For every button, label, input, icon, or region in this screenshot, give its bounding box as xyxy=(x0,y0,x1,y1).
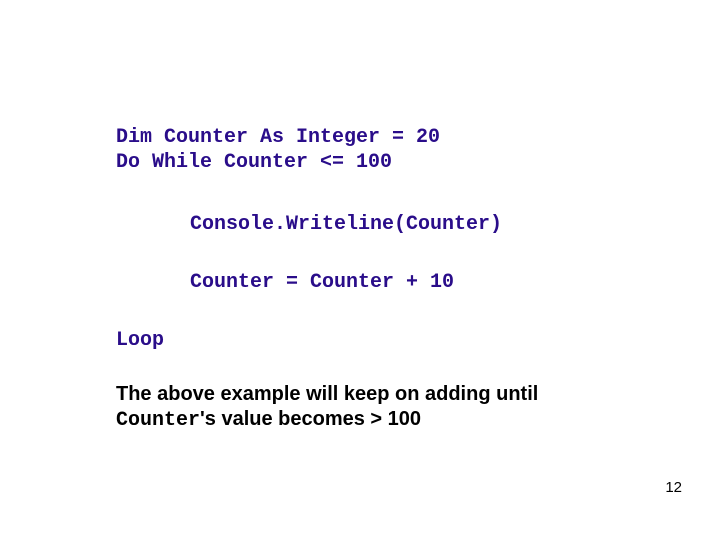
code-loop-line: Loop xyxy=(116,328,164,353)
explanation-part1: The above example will keep on adding un… xyxy=(116,383,538,405)
code-console-line: Console.Writeline(Counter) xyxy=(190,212,502,237)
slide: Dim Counter As Integer = 20 Do While Cou… xyxy=(0,0,720,540)
code-increment-line: Counter = Counter + 10 xyxy=(190,270,454,295)
code-line-dowhile: Do While Counter <= 100 xyxy=(116,151,392,174)
explanation-text: The above example will keep on adding un… xyxy=(116,382,616,433)
code-line-dim: Dim Counter As Integer = 20 xyxy=(116,126,440,149)
explanation-part2: 's value becomes > 100 xyxy=(200,408,421,430)
code-declaration-block: Dim Counter As Integer = 20 Do While Cou… xyxy=(116,125,440,175)
explanation-mono: Counter xyxy=(116,409,200,432)
page-number: 12 xyxy=(665,479,682,496)
